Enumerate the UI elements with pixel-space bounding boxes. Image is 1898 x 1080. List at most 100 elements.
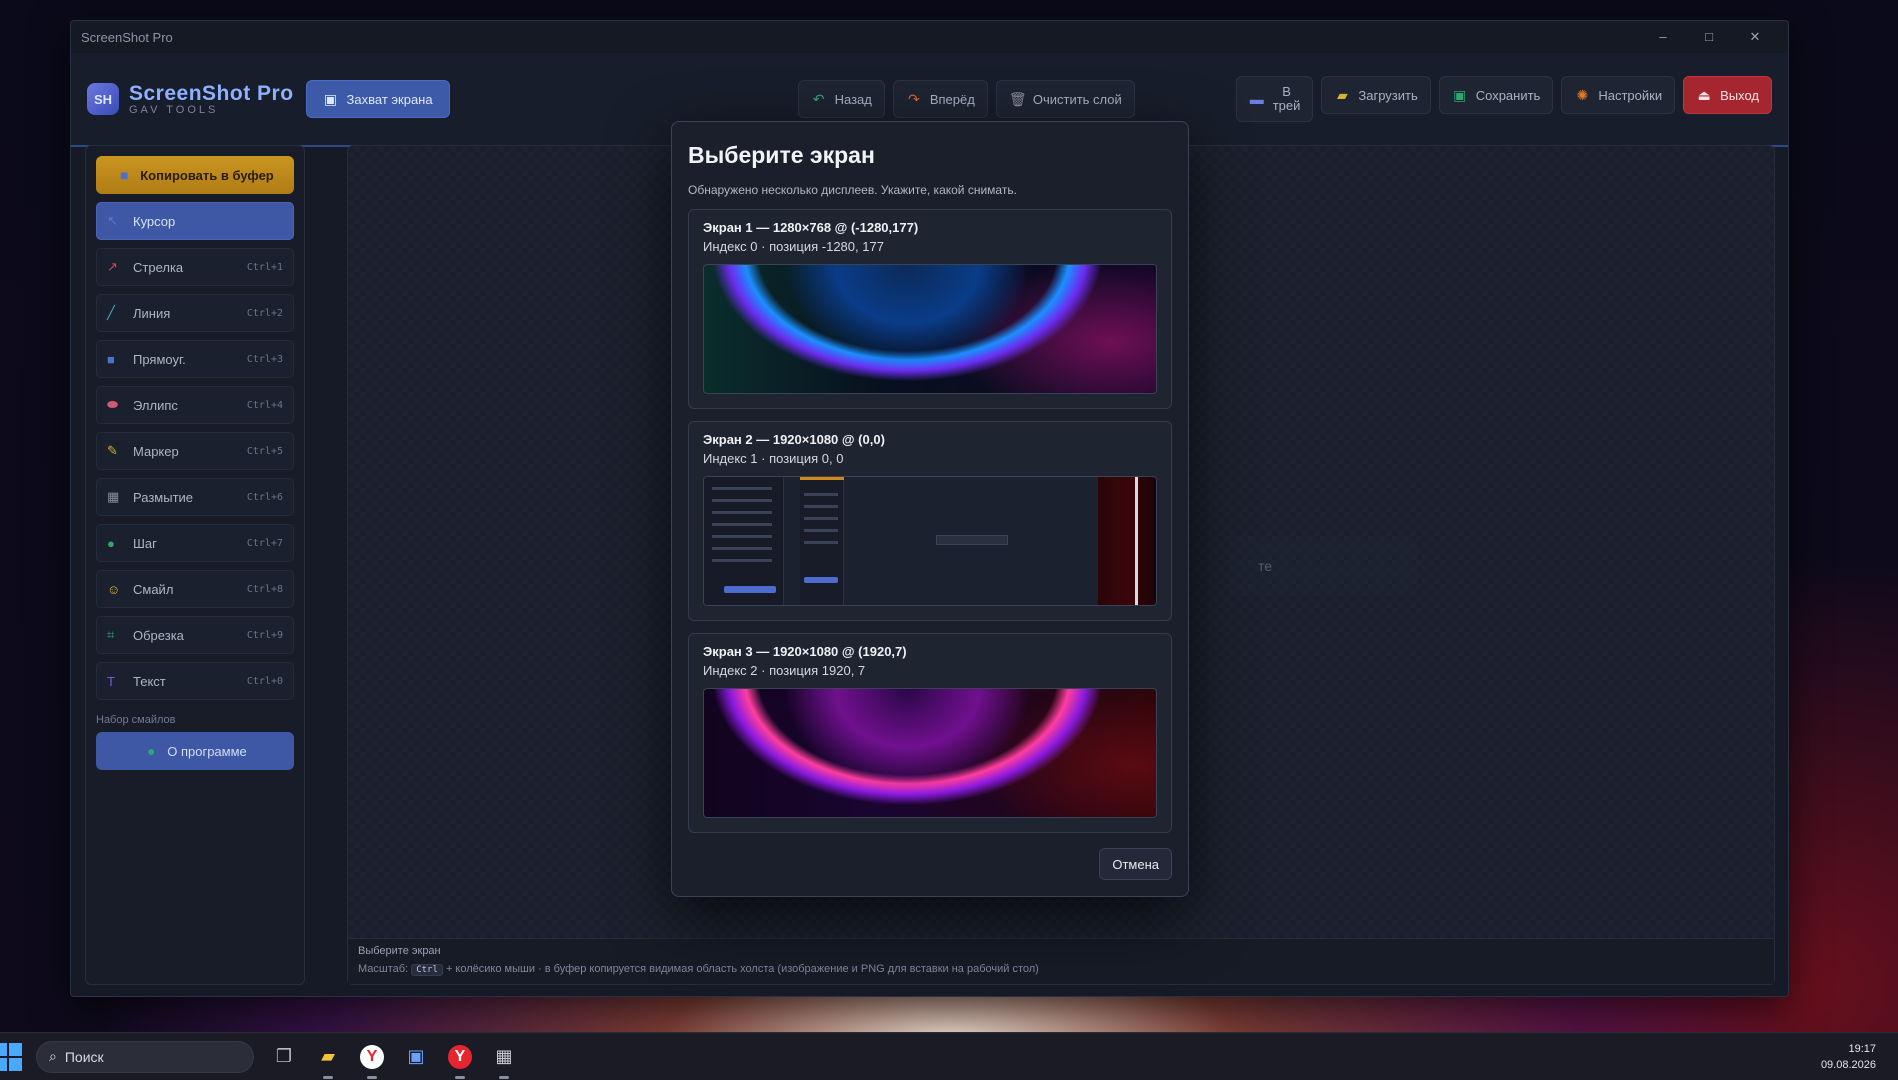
yandex-logo-icon: Y xyxy=(360,1044,384,1069)
screen-info: Индекс 1 · позиция 0, 0 xyxy=(703,451,844,466)
preview-button xyxy=(724,586,776,593)
screen-info: Индекс 2 · позиция 1920, 7 xyxy=(703,663,866,678)
canvas-hint-text: те xyxy=(1258,558,1273,574)
clock-time: 19:17 xyxy=(1848,1042,1876,1055)
tool-label: Обрезка xyxy=(133,627,184,643)
tool-arrow[interactable]: ↗ Стрелка Ctrl+1 xyxy=(96,248,294,286)
file-group: ▬ В трей ▰ Загрузить ▣ Сохранить ✺ Настр… xyxy=(1235,76,1772,122)
load-label: Загрузить xyxy=(1358,87,1418,103)
screen-preview-image xyxy=(703,688,1157,818)
settings-label: Настройки xyxy=(1598,87,1663,103)
tool-shortcut: Ctrl+3 xyxy=(246,353,283,365)
tool-shortcut: Ctrl+7 xyxy=(246,537,283,549)
taskbar-search[interactable]: ⌕ Поиск xyxy=(36,1040,254,1073)
yandex-logo-icon: Y xyxy=(448,1044,472,1069)
taskbar: ⌕ Поиск ❐ ▰ Y ▣ Y ▦ 19:17 09.08.2026 xyxy=(0,1032,1898,1080)
text-icon: T xyxy=(107,673,115,689)
tool-label: Прямоуг. xyxy=(133,351,186,367)
arrow-icon: ↗ xyxy=(107,259,118,274)
maximize-button[interactable]: □ xyxy=(1686,29,1732,45)
yandex-app-icon[interactable]: Y xyxy=(442,1039,478,1079)
start-button[interactable] xyxy=(0,1042,22,1071)
back-button[interactable]: ↶ Назад xyxy=(797,80,885,118)
tool-marker[interactable]: ✎ Маркер Ctrl+5 xyxy=(96,432,294,470)
undo-icon: ↶ xyxy=(812,90,825,107)
tool-rectangle[interactable]: ■ Прямоуг. Ctrl+3 xyxy=(96,340,294,378)
screen-preview-image xyxy=(703,476,1157,606)
tool-text[interactable]: T Текст Ctrl+0 xyxy=(96,662,294,700)
blur-icon: ▦ xyxy=(107,489,120,504)
screenshot-pro-icon[interactable]: ▦ xyxy=(486,1039,522,1079)
tool-shortcut: Ctrl+1 xyxy=(246,261,283,273)
exit-label: Выход xyxy=(1720,87,1759,103)
tool-shortcut: Ctrl+8 xyxy=(246,583,283,595)
windows-logo-icon xyxy=(0,1042,7,1056)
tray-icon: ▬ xyxy=(1249,91,1264,107)
file-explorer-icon[interactable]: ▰ xyxy=(310,1039,346,1079)
tool-smiley[interactable]: ☺ Смайл Ctrl+8 xyxy=(96,570,294,608)
settings-button[interactable]: ✺ Настройки xyxy=(1561,76,1676,114)
preview-row xyxy=(712,523,772,526)
close-button[interactable]: ✕ xyxy=(1732,29,1778,45)
save-button[interactable]: ▣ Сохранить xyxy=(1438,76,1554,114)
preview-row xyxy=(712,511,772,514)
about-button[interactable]: ● О программе xyxy=(96,732,294,770)
preview-row xyxy=(804,529,838,532)
exit-icon: ⏏ xyxy=(1697,86,1711,103)
select-screen-dialog: Выберите экран Обнаружено несколько дисп… xyxy=(671,121,1189,897)
canvas-placeholder: те xyxy=(1228,536,1418,596)
yandex-browser-icon[interactable]: Y xyxy=(354,1039,390,1079)
screen-preview-image xyxy=(703,264,1157,394)
monitor-icon: ▣ xyxy=(323,90,338,107)
minimize-button[interactable]: – xyxy=(1640,29,1686,45)
preview-dialog xyxy=(936,535,1008,545)
app-name: ScreenShot Pro xyxy=(129,82,294,105)
tool-step[interactable]: ● Шаг Ctrl+7 xyxy=(96,524,294,562)
dialog-title: Выберите экран xyxy=(688,142,875,168)
clock-date: 09.08.2026 xyxy=(1820,1058,1876,1071)
tool-cursor[interactable]: ↖ Курсор xyxy=(96,202,294,240)
line-icon: ╱ xyxy=(107,305,115,320)
windows-logo-icon xyxy=(9,1042,22,1056)
tool-shortcut: Ctrl+5 xyxy=(246,445,283,457)
forward-button[interactable]: ↷ Вперёд xyxy=(892,80,988,118)
tool-shortcut: Ctrl+2 xyxy=(246,307,283,319)
load-button[interactable]: ▰ Загрузить xyxy=(1321,76,1431,114)
preview-row xyxy=(712,559,772,562)
exit-button[interactable]: ⏏ Выход xyxy=(1683,76,1772,114)
task-view-icon[interactable]: ❐ xyxy=(266,1039,302,1075)
tool-shortcut: Ctrl+9 xyxy=(246,629,283,641)
tool-shortcut: Ctrl+0 xyxy=(246,675,283,687)
remote-desktop-icon[interactable]: ▣ xyxy=(398,1039,434,1075)
folder-icon: ▰ xyxy=(1336,86,1348,103)
copy-to-clipboard-button[interactable]: ■ Копировать в буфер xyxy=(96,156,294,194)
ctrl-key: Ctrl xyxy=(411,964,443,976)
screen-option-3[interactable]: Экран 3 — 1920×1080 @ (1920,7) Индекс 2 … xyxy=(688,633,1172,833)
tools-sidebar: ■ Копировать в буфер ↖ Курсор ↗ Стрелка Ctrl… xyxy=(85,145,305,985)
system-clock[interactable]: 19:17 09.08.2026 xyxy=(1821,1041,1876,1073)
screen-option-1[interactable]: Экран 1 — 1280×768 @ (-1280,177) Индекс … xyxy=(688,209,1172,409)
gear-icon: ✺ xyxy=(1576,86,1589,103)
preview-row xyxy=(804,541,838,544)
about-label: О программе xyxy=(167,743,247,759)
zoom-hint: Масштаб: Ctrl + колёсико мыши · в буфер … xyxy=(358,963,1764,976)
smiley-set-label: Набор смайлов xyxy=(96,714,176,726)
screen-option-2[interactable]: Экран 2 — 1920×1080 @ (0,0) Индекс 1 · п… xyxy=(688,421,1172,621)
screen-title: Экран 2 — 1920×1080 @ (0,0) xyxy=(703,432,885,447)
preview-row xyxy=(804,505,838,508)
tray-button[interactable]: ▬ В трей xyxy=(1235,76,1314,122)
clear-layer-button[interactable]: 🗑 Очистить слой xyxy=(995,80,1135,118)
tool-blur[interactable]: ▦ Размытие Ctrl+6 xyxy=(96,478,294,516)
window-title: ScreenShot Pro xyxy=(81,29,173,45)
history-group: ↶ Назад ↷ Вперёд 🗑 Очистить слой xyxy=(797,80,1135,118)
tool-ellipse[interactable]: ⬬ Эллипс Ctrl+4 xyxy=(96,386,294,424)
cancel-button[interactable]: Отмена xyxy=(1099,848,1172,880)
preview-row xyxy=(712,547,772,550)
tool-line[interactable]: ╱ Линия Ctrl+2 xyxy=(96,294,294,332)
capture-screen-button[interactable]: ▣ Захват экрана xyxy=(305,80,450,118)
status-bar: Выберите экран Масштаб: Ctrl + колёсико … xyxy=(348,938,1774,984)
preview-row xyxy=(712,499,772,502)
tool-crop[interactable]: ⌗ Обрезка Ctrl+9 xyxy=(96,616,294,654)
preview-wallpaper xyxy=(1098,477,1156,605)
windows-logo-icon xyxy=(0,1057,7,1071)
